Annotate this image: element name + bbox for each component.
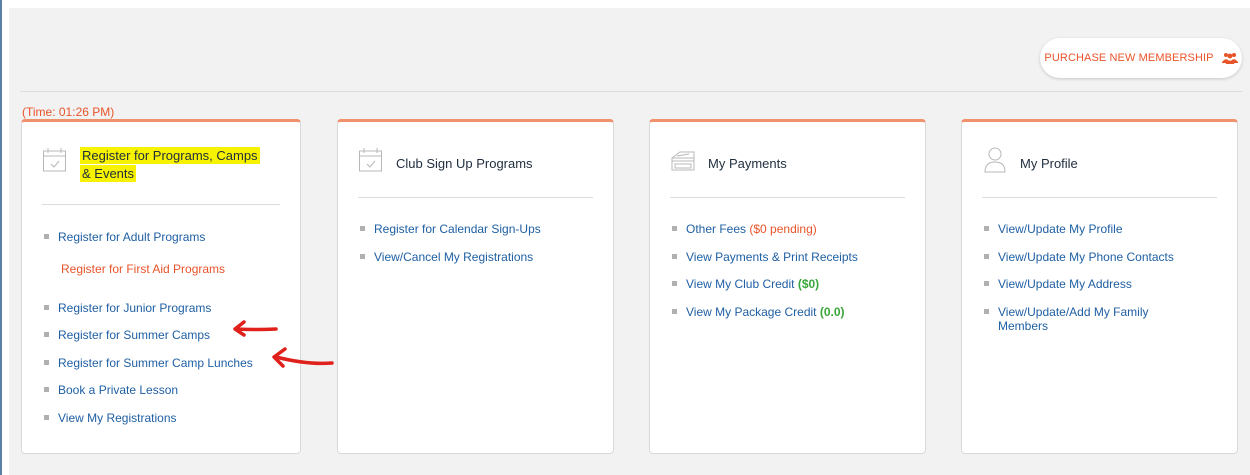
club-credit-amount: ($0) <box>797 277 820 291</box>
pending-amount: ($0 pending) <box>749 222 817 236</box>
link-view-registrations[interactable]: View My Registrations <box>42 411 177 425</box>
bullet-icon <box>44 415 49 420</box>
link-club-credit[interactable]: View My Club Credit ($0) <box>670 277 819 291</box>
card-divider <box>670 197 905 198</box>
bullet-icon <box>984 254 989 259</box>
card-title-line1: Register for Programs, Camps <box>80 147 260 164</box>
purchase-membership-label: PURCHASE NEW MEMBERSHIP <box>1044 52 1214 64</box>
link-package-credit[interactable]: View My Package Credit (0.0) <box>670 305 845 319</box>
link-label: Other Fees <box>686 222 747 236</box>
link-label: Register for Junior Programs <box>58 301 212 315</box>
card-title-register-programs: Register for Programs, Camps & Events <box>80 147 260 183</box>
card-my-profile: My Profile View/Update My Profile View/U… <box>961 119 1238 454</box>
link-update-address[interactable]: View/Update My Address <box>982 277 1132 291</box>
link-other-fees[interactable]: Other Fees ($0 pending) <box>670 222 817 236</box>
link-label: View My Club Credit <box>686 277 795 291</box>
bullet-icon <box>44 234 49 239</box>
link-adult-programs[interactable]: Register for Adult Programs <box>42 230 205 244</box>
package-credit-amount: (0.0) <box>819 305 845 319</box>
bullet-icon <box>984 281 989 286</box>
link-label: View Payments & Print Receipts <box>686 250 858 264</box>
link-private-lesson[interactable]: Book a Private Lesson <box>42 383 178 397</box>
bullet-icon <box>984 226 989 231</box>
link-update-phone[interactable]: View/Update My Phone Contacts <box>982 250 1174 264</box>
annotation-arrow-icon <box>233 320 278 337</box>
header-divider <box>20 91 1242 92</box>
bullet-icon <box>44 360 49 365</box>
bullet-icon <box>984 309 989 314</box>
link-summer-camps[interactable]: Register for Summer Camps <box>42 328 210 342</box>
user-profile-icon <box>984 147 1006 173</box>
link-cancel-registrations[interactable]: View/Cancel My Registrations <box>358 250 533 264</box>
link-label: View/Update My Address <box>998 277 1132 291</box>
link-view-payments[interactable]: View Payments & Print Receipts <box>670 250 858 264</box>
link-summer-camp-lunches[interactable]: Register for Summer Camp Lunches <box>42 356 253 370</box>
bullet-icon <box>672 226 677 231</box>
card-divider <box>982 197 1217 198</box>
link-first-aid-programs[interactable]: Register for First Aid Programs <box>42 262 225 276</box>
annotation-arrow-icon <box>272 347 334 368</box>
link-label: Register for First Aid Programs <box>61 262 226 276</box>
link-label: View/Cancel My Registrations <box>374 250 534 264</box>
calendar-check-icon <box>43 148 66 172</box>
link-label: View/Update My Phone Contacts <box>998 250 1174 264</box>
link-label: View/Update My Profile <box>998 222 1123 236</box>
link-label: Register for Summer Camps <box>58 328 211 342</box>
link-family-members[interactable]: View/Update/Add My Family Members <box>982 305 1192 333</box>
card-title-club-signup: Club Sign Up Programs <box>396 156 533 171</box>
purchase-membership-button[interactable]: PURCHASE NEW MEMBERSHIP <box>1040 38 1242 78</box>
link-calendar-signups[interactable]: Register for Calendar Sign-Ups <box>358 222 541 236</box>
card-divider <box>358 197 593 198</box>
bullet-icon <box>672 281 677 286</box>
card-title-my-profile: My Profile <box>1020 156 1078 171</box>
bullet-icon <box>360 226 365 231</box>
bullet-icon <box>360 254 365 259</box>
bullet-icon <box>672 254 677 259</box>
link-label: Book a Private Lesson <box>58 383 179 397</box>
bullet-icon <box>672 309 677 314</box>
link-label: Register for Adult Programs <box>58 230 206 244</box>
bullet-icon <box>44 305 49 310</box>
credit-card-icon <box>671 151 695 171</box>
card-my-payments: My Payments Other Fees ($0 pending) View… <box>649 119 926 454</box>
bullet-icon <box>44 387 49 392</box>
card-title-line2: & Events <box>80 165 137 182</box>
current-time-label: (Time: 01:26 PM) <box>22 105 115 119</box>
card-title-my-payments: My Payments <box>708 156 787 171</box>
link-update-profile[interactable]: View/Update My Profile <box>982 222 1123 236</box>
group-users-icon <box>1221 53 1238 64</box>
link-label: Register for Calendar Sign-Ups <box>374 222 541 236</box>
calendar-check-icon <box>359 148 382 172</box>
link-label: Register for Summer Camp Lunches <box>58 356 253 370</box>
bullet-icon <box>44 332 49 337</box>
card-register-programs: Register for Programs, Camps & Events Re… <box>21 119 301 454</box>
window-left-border <box>0 0 2 475</box>
card-divider <box>42 204 280 205</box>
link-junior-programs[interactable]: Register for Junior Programs <box>42 301 211 315</box>
link-label: View/Update/Add My Family Members <box>998 305 1149 333</box>
card-club-signup: Club Sign Up Programs Register for Calen… <box>337 119 614 454</box>
link-label: View My Registrations <box>58 411 177 425</box>
link-label: View My Package Credit <box>686 305 817 319</box>
